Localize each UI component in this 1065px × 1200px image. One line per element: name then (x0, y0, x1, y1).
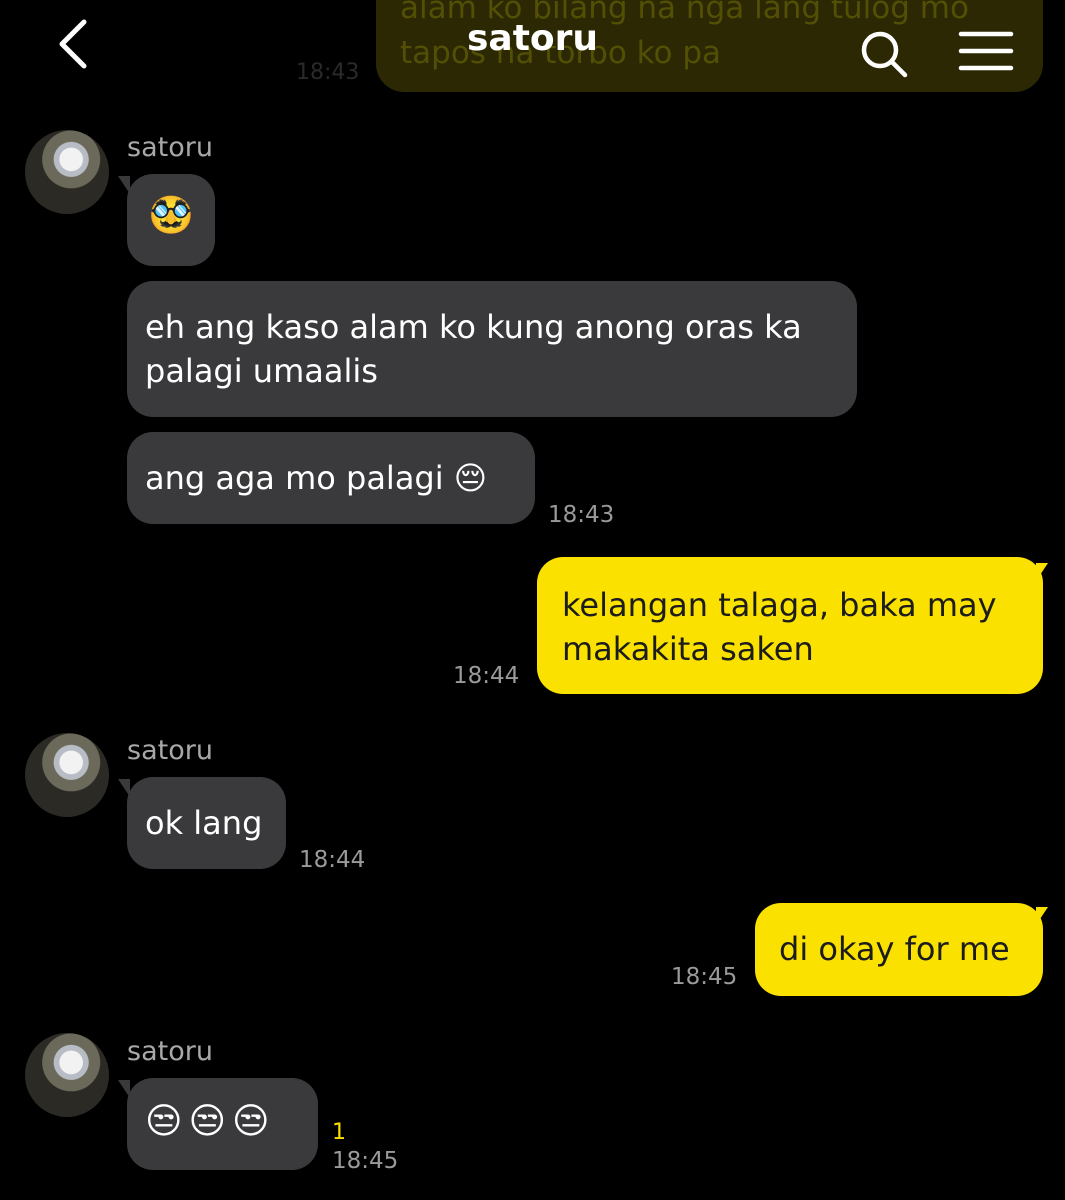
message-text: ang aga mo palagi 😔 (145, 459, 488, 497)
message-bubble[interactable]: 🥸 (127, 174, 215, 266)
message-bubble-outgoing[interactable]: di okay for me (755, 903, 1043, 996)
scrolled-message-time: 18:43 (296, 60, 360, 85)
avatar[interactable] (25, 1033, 109, 1117)
message-time: 18:45 (671, 964, 738, 990)
menu-icon[interactable] (958, 30, 1014, 72)
back-arrow-icon[interactable] (52, 18, 96, 70)
message-time: 18:45 (332, 1148, 399, 1174)
avatar[interactable] (25, 130, 109, 214)
unamused-face-emoji: 😒😒😒 (145, 1101, 276, 1142)
message-bubble[interactable]: 😒😒😒 (127, 1078, 318, 1170)
message-time: 18:44 (453, 663, 520, 689)
search-icon[interactable] (858, 28, 910, 80)
message-bubble[interactable]: ok lang (127, 777, 286, 869)
message-text: kelangan talaga, baka may makakita saken (562, 586, 997, 668)
disguised-face-emoji: 🥸 (148, 195, 194, 236)
avatar[interactable] (25, 733, 109, 817)
message-text: eh ang kaso alam ko kung anong oras ka p… (145, 308, 802, 390)
message-bubble[interactable]: ang aga mo palagi 😔 (127, 432, 535, 524)
message-bubble[interactable]: eh ang kaso alam ko kung anong oras ka p… (127, 281, 857, 417)
sender-name: satoru (127, 132, 213, 163)
unread-count: 1 (332, 1120, 346, 1145)
message-text: ok lang (145, 804, 263, 842)
bubble-tail (1036, 563, 1048, 581)
message-text: di okay for me (779, 930, 1010, 968)
bubble-tail (1036, 907, 1048, 925)
message-time: 18:43 (548, 502, 615, 528)
sender-name: satoru (127, 1036, 213, 1067)
sender-name: satoru (127, 735, 213, 766)
message-time: 18:44 (299, 847, 366, 873)
message-bubble-outgoing[interactable]: kelangan talaga, baka may makakita saken (537, 557, 1043, 694)
